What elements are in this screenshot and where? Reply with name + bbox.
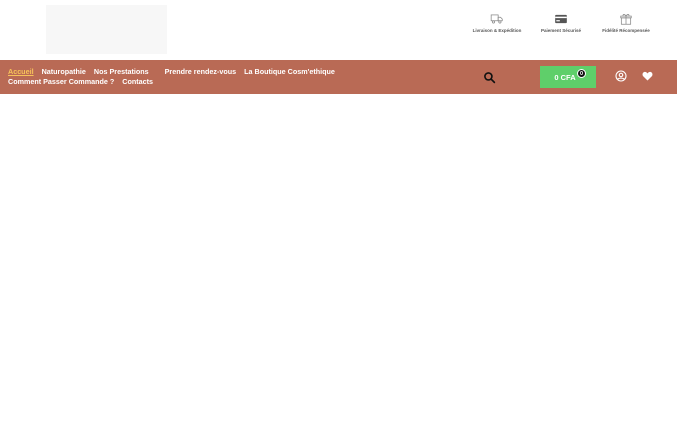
nav-item-prestations[interactable]: Nos Prestations [94, 67, 149, 76]
nav-item-boutique[interactable]: La Boutique Cosm'ethique [244, 67, 335, 76]
gift-icon [620, 13, 632, 25]
nav-item-naturopathie[interactable]: Naturopathie [42, 67, 86, 76]
feature-payment-label: Paiement Sécurisé [540, 28, 582, 33]
cart-count-badge: 0 [577, 69, 586, 78]
truck-icon [490, 14, 503, 24]
cart-button[interactable]: 0 CFA 0 [540, 66, 596, 88]
nav-item-commande[interactable]: Comment Passer Commande ? [8, 77, 114, 86]
feature-loyalty-label: Fidélité Récompensée [602, 28, 650, 33]
nav-item-rendez-vous[interactable]: Prendre rendez-vous [165, 67, 237, 76]
cart-total: 0 CFA [554, 72, 576, 82]
header-features: Livraison & Expédition Paiement Sécurisé… [0, 12, 677, 42]
heart-icon[interactable] [642, 71, 653, 81]
search-icon[interactable] [483, 71, 496, 84]
credit-card-icon [555, 14, 567, 24]
nav-item-contacts[interactable]: Contacts [122, 77, 153, 86]
user-account-icon[interactable] [615, 70, 627, 82]
feature-loyalty: Fidélité Récompensée [602, 12, 650, 34]
nav-item-accueil[interactable]: Accueil [8, 67, 34, 76]
main-menu: Accueil Naturopathie Nos Prestations Pre… [8, 67, 428, 87]
feature-shipping-label: Livraison & Expédition [472, 28, 522, 33]
feature-payment: Paiement Sécurisé [541, 12, 581, 34]
feature-shipping: Livraison & Expédition [472, 12, 522, 34]
